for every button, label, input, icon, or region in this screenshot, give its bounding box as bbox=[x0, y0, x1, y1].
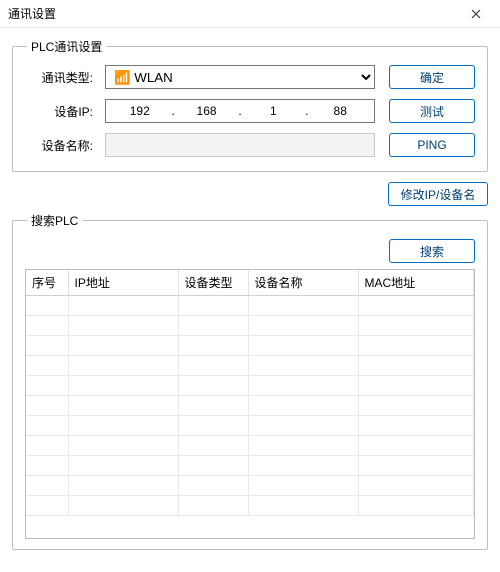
test-button[interactable]: 测试 bbox=[389, 99, 475, 123]
plc-comm-settings-group: PLC通讯设置 通讯类型: 📶 WLAN 设备IP: bbox=[12, 38, 488, 172]
cell-mac bbox=[358, 416, 474, 436]
cell-mac bbox=[358, 496, 474, 516]
cell-ip bbox=[68, 316, 178, 336]
ip-octet-4[interactable] bbox=[308, 101, 371, 121]
device-name-label: 设备名称: bbox=[25, 137, 95, 154]
cell-name bbox=[248, 336, 358, 356]
client-area: PLC通讯设置 通讯类型: 📶 WLAN 设备IP: bbox=[0, 28, 500, 572]
title-bar: 通讯设置 bbox=[0, 0, 500, 28]
cell-ip bbox=[68, 456, 178, 476]
table-row[interactable] bbox=[26, 336, 474, 356]
cell-mac bbox=[358, 296, 474, 316]
cell-ip bbox=[68, 356, 178, 376]
col-type[interactable]: 设备类型 bbox=[178, 270, 248, 296]
ip-octet-1[interactable] bbox=[108, 101, 171, 121]
table-header-row: 序号 IP地址 设备类型 设备名称 MAC地址 bbox=[26, 270, 474, 296]
cell-name bbox=[248, 456, 358, 476]
cell-name bbox=[248, 496, 358, 516]
cell-name bbox=[248, 416, 358, 436]
cell-seq bbox=[26, 396, 68, 416]
table-row[interactable] bbox=[26, 456, 474, 476]
cell-ip bbox=[68, 436, 178, 456]
cell-type bbox=[178, 476, 248, 496]
cell-ip bbox=[68, 376, 178, 396]
search-plc-group: 搜索PLC 搜索 序号 IP地址 设备类型 设备名称 MAC地址 bbox=[12, 212, 488, 550]
table-row[interactable] bbox=[26, 416, 474, 436]
ok-button[interactable]: 确定 bbox=[389, 65, 475, 89]
device-name-field bbox=[105, 133, 375, 157]
table-row[interactable] bbox=[26, 296, 474, 316]
cell-seq bbox=[26, 436, 68, 456]
cell-name bbox=[248, 316, 358, 336]
close-button[interactable] bbox=[460, 2, 492, 26]
cell-type bbox=[178, 496, 248, 516]
cell-seq bbox=[26, 316, 68, 336]
col-ip[interactable]: IP地址 bbox=[68, 270, 178, 296]
cell-type bbox=[178, 316, 248, 336]
cell-mac bbox=[358, 336, 474, 356]
ping-button[interactable]: PING bbox=[389, 133, 475, 157]
table-row[interactable] bbox=[26, 496, 474, 516]
cell-seq bbox=[26, 356, 68, 376]
cell-seq bbox=[26, 456, 68, 476]
cell-ip bbox=[68, 476, 178, 496]
search-button[interactable]: 搜索 bbox=[389, 239, 475, 263]
comm-type-label: 通讯类型: bbox=[25, 69, 95, 86]
cell-mac bbox=[358, 376, 474, 396]
close-icon bbox=[471, 9, 481, 19]
cell-mac bbox=[358, 436, 474, 456]
table-row[interactable] bbox=[26, 316, 474, 336]
results-table-container: 序号 IP地址 设备类型 设备名称 MAC地址 bbox=[25, 269, 475, 539]
cell-name bbox=[248, 296, 358, 316]
cell-seq bbox=[26, 496, 68, 516]
ip-octet-3[interactable] bbox=[242, 101, 305, 121]
cell-seq bbox=[26, 476, 68, 496]
table-row[interactable] bbox=[26, 356, 474, 376]
cell-type bbox=[178, 356, 248, 376]
col-name[interactable]: 设备名称 bbox=[248, 270, 358, 296]
results-table: 序号 IP地址 设备类型 设备名称 MAC地址 bbox=[26, 270, 474, 516]
search-group-legend: 搜索PLC bbox=[27, 212, 82, 229]
table-row[interactable] bbox=[26, 396, 474, 416]
cell-name bbox=[248, 376, 358, 396]
cell-name bbox=[248, 396, 358, 416]
cell-type bbox=[178, 336, 248, 356]
cell-mac bbox=[358, 396, 474, 416]
cell-seq bbox=[26, 336, 68, 356]
table-row[interactable] bbox=[26, 476, 474, 496]
cell-seq bbox=[26, 376, 68, 396]
window-title: 通讯设置 bbox=[8, 5, 460, 22]
cell-seq bbox=[26, 296, 68, 316]
cell-ip bbox=[68, 416, 178, 436]
cell-mac bbox=[358, 476, 474, 496]
cell-type bbox=[178, 396, 248, 416]
ip-octet-2[interactable] bbox=[175, 101, 238, 121]
cell-name bbox=[248, 476, 358, 496]
table-row[interactable] bbox=[26, 376, 474, 396]
cell-ip bbox=[68, 296, 178, 316]
cell-type bbox=[178, 296, 248, 316]
modify-ip-name-button[interactable]: 修改IP/设备名 bbox=[388, 182, 488, 206]
col-seq[interactable]: 序号 bbox=[26, 270, 68, 296]
cell-type bbox=[178, 376, 248, 396]
cell-name bbox=[248, 356, 358, 376]
cell-ip bbox=[68, 396, 178, 416]
cell-name bbox=[248, 436, 358, 456]
device-ip-input[interactable]: . . . bbox=[105, 99, 375, 123]
plc-group-legend: PLC通讯设置 bbox=[27, 38, 106, 55]
cell-ip bbox=[68, 336, 178, 356]
cell-mac bbox=[358, 316, 474, 336]
cell-mac bbox=[358, 356, 474, 376]
comm-type-select[interactable]: 📶 WLAN bbox=[105, 65, 375, 89]
device-ip-label: 设备IP: bbox=[25, 103, 95, 120]
cell-seq bbox=[26, 416, 68, 436]
cell-type bbox=[178, 456, 248, 476]
col-mac[interactable]: MAC地址 bbox=[358, 270, 474, 296]
cell-ip bbox=[68, 496, 178, 516]
cell-mac bbox=[358, 456, 474, 476]
cell-type bbox=[178, 436, 248, 456]
table-row[interactable] bbox=[26, 436, 474, 456]
cell-type bbox=[178, 416, 248, 436]
